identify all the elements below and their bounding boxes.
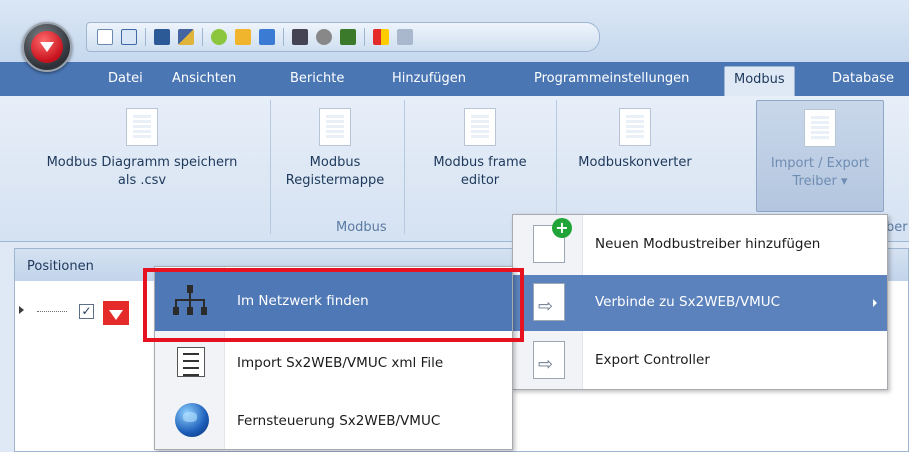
- menu-item-find-in-network[interactable]: Im Netzwerk finden: [155, 271, 512, 331]
- quick-access-toolbar: [86, 22, 600, 52]
- network-icon: [173, 285, 207, 317]
- refresh-icon[interactable]: [211, 29, 227, 45]
- document-icon: [126, 108, 158, 146]
- globe-icon: [175, 403, 209, 437]
- import-icon[interactable]: [235, 29, 251, 45]
- group-label-partial: ber: [886, 220, 908, 235]
- tree-checkbox[interactable]: ✓: [79, 304, 94, 319]
- import-export-driver-button[interactable]: Import / Export Treiber ▾: [756, 100, 884, 212]
- tab-hinzufuegen[interactable]: Hinzufügen: [392, 71, 466, 86]
- menu-item-export-controller[interactable]: ⇨ Export Controller: [513, 333, 887, 389]
- import-export-driver-menu: + Neuen Modbustreiber hinzufügen ⇨ Verbi…: [512, 214, 888, 390]
- network-icon[interactable]: [292, 29, 308, 45]
- color-icon[interactable]: [373, 29, 389, 45]
- list-file-icon: [177, 347, 205, 377]
- modbus-frame-editor-button[interactable]: Modbus frame editor: [420, 108, 540, 190]
- save-icon[interactable]: [154, 29, 170, 45]
- tab-ansichten[interactable]: Ansichten: [172, 71, 236, 86]
- tab-datei[interactable]: Datei: [108, 71, 143, 86]
- document-icon: [804, 109, 836, 147]
- submenu-arrow-icon: [873, 299, 877, 307]
- tab-modbus[interactable]: Modbus: [724, 66, 795, 96]
- tab-database[interactable]: Database: [832, 71, 894, 86]
- device-logo-icon: [103, 301, 129, 325]
- connect-document-icon: ⇨: [533, 283, 565, 321]
- tab-berichte[interactable]: Berichte: [290, 71, 344, 86]
- ribbon-tab-bar: Datei Ansichten Berichte Hinzufügen Prog…: [0, 62, 909, 96]
- group-label-modbus: Modbus: [336, 220, 387, 235]
- add-document-icon: +: [533, 218, 572, 263]
- menu-item-connect-sx2web[interactable]: ⇨ Verbinde zu Sx2WEB/VMUC: [513, 275, 887, 331]
- document-icon: [619, 108, 651, 146]
- open-document-icon[interactable]: [121, 29, 137, 45]
- application-menu-button[interactable]: [22, 22, 72, 72]
- expand-arrow-icon[interactable]: [19, 306, 24, 314]
- monitor-icon[interactable]: [397, 29, 413, 45]
- wireless-icon[interactable]: [316, 29, 332, 45]
- new-document-icon[interactable]: [97, 29, 113, 45]
- document-icon: [319, 108, 351, 146]
- save-modbus-diagram-csv-button[interactable]: Modbus Diagramm speichern als .csv: [28, 108, 256, 190]
- menu-item-remote-control[interactable]: Fernsteuerung Sx2WEB/VMUC: [155, 391, 512, 451]
- export-icon[interactable]: [259, 29, 275, 45]
- menu-item-add-modbus-driver[interactable]: + Neuen Modbustreiber hinzufügen: [513, 217, 887, 273]
- edit-icon[interactable]: [178, 29, 194, 45]
- modbus-converter-button[interactable]: Modbuskonverter: [564, 108, 706, 172]
- modbus-register-map-button[interactable]: Modbus Registermappe: [282, 108, 388, 190]
- connect-sx2web-submenu: Im Netzwerk finden Import Sx2WEB/VMUC xm…: [154, 266, 513, 450]
- menu-item-import-xml[interactable]: Import Sx2WEB/VMUC xml File: [155, 333, 512, 393]
- export-document-icon: ⇨: [533, 341, 565, 379]
- document-icon: [464, 108, 496, 146]
- tab-programmeinstellungen[interactable]: Programmeinstellungen: [534, 71, 689, 86]
- title-bar: [0, 0, 909, 72]
- tree-icon[interactable]: [340, 29, 356, 45]
